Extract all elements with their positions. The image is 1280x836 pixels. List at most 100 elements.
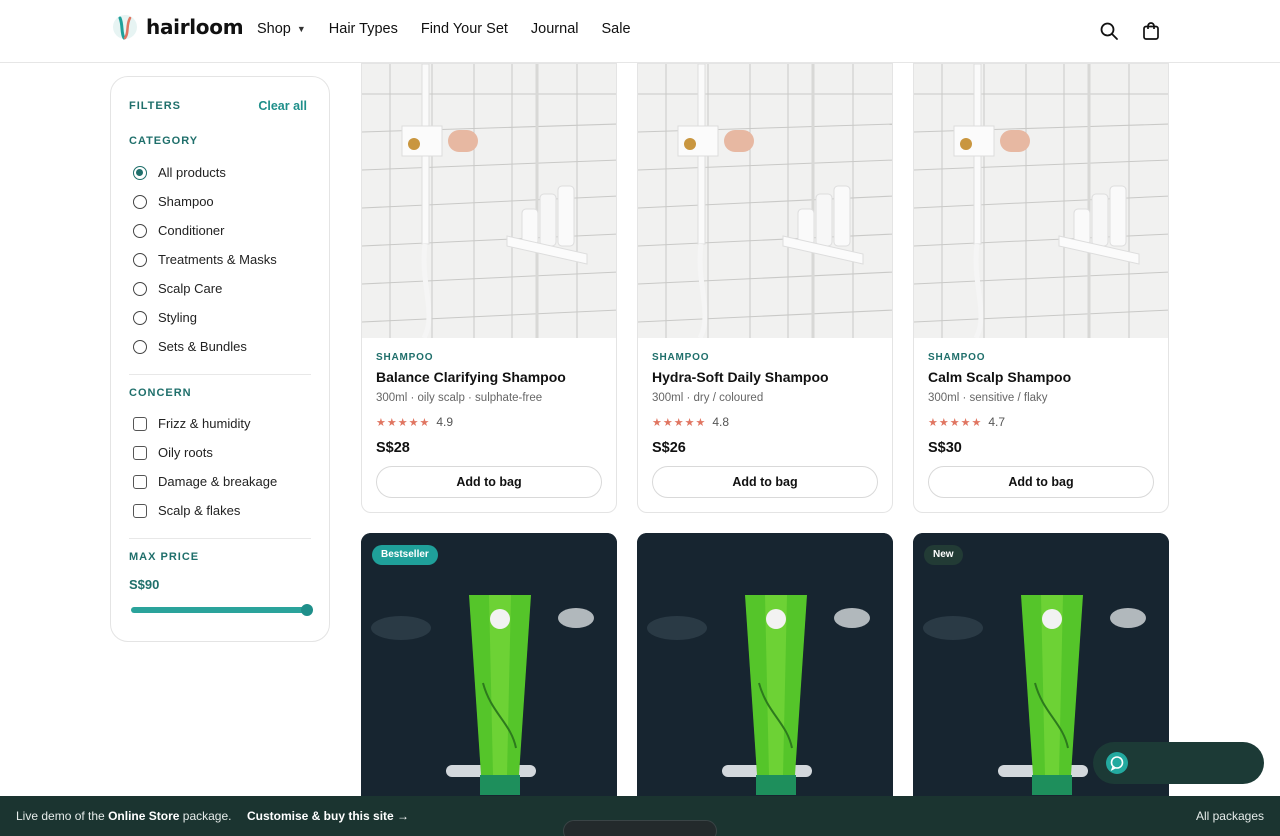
brand-logo[interactable]: hairloom: [112, 13, 244, 41]
product-name[interactable]: Calm Scalp Shampoo: [928, 369, 1071, 385]
radio[interactable]: [133, 252, 147, 267]
option-label: Oily roots: [158, 445, 213, 460]
product-price: S$26: [652, 440, 686, 456]
product-image[interactable]: [638, 64, 892, 338]
radio[interactable]: [133, 310, 147, 325]
product-category: SHAMPOO: [376, 352, 434, 363]
option-label: Frizz & humidity: [158, 416, 251, 431]
max-price-slider[interactable]: [131, 604, 313, 616]
option-label: All products: [158, 165, 226, 180]
product-category: SHAMPOO: [928, 352, 986, 363]
demo-prefix: Live demo of the: [16, 809, 105, 823]
concern-option-scalp-flakes[interactable]: Scalp & flakes: [133, 503, 240, 518]
nav-hair-types[interactable]: Hair Types: [329, 21, 398, 37]
radio[interactable]: [133, 281, 147, 296]
max-price-value: S$90: [129, 577, 160, 592]
nav-shop-label: Shop: [257, 21, 291, 37]
product-price: S$30: [928, 440, 962, 456]
product-name[interactable]: Hydra-Soft Daily Shampoo: [652, 369, 829, 385]
all-packages-link[interactable]: All packages: [1196, 809, 1264, 823]
rating-value: 4.8: [712, 415, 729, 429]
option-label: Scalp & flakes: [158, 503, 241, 518]
category-option-conditioner[interactable]: Conditioner: [133, 223, 225, 238]
option-label: Sets & Bundles: [158, 339, 247, 354]
shower-photo-illustration: [638, 64, 892, 338]
checkbox[interactable]: [133, 474, 147, 489]
concern-option-frizz[interactable]: Frizz & humidity: [133, 416, 250, 431]
rating-value: 4.7: [988, 415, 1005, 429]
nav-shop[interactable]: Shop ▼: [257, 21, 306, 37]
option-label: Shampoo: [158, 194, 214, 209]
product-image[interactable]: [637, 533, 893, 833]
product-card[interactable]: [637, 533, 893, 833]
product-image[interactable]: [914, 64, 1168, 338]
category-option-treatments-masks[interactable]: Treatments & Masks: [133, 252, 277, 267]
filters-panel: FILTERS Clear all CATEGORY All products …: [110, 76, 330, 642]
product-card[interactable]: Bestseller: [361, 533, 617, 833]
radio[interactable]: [133, 194, 147, 209]
option-label: Damage & breakage: [158, 474, 278, 489]
option-label: Scalp Care: [158, 281, 223, 296]
checkbox[interactable]: [133, 503, 147, 518]
shower-photo-illustration: [914, 64, 1168, 338]
filters-title: FILTERS: [129, 100, 182, 112]
nav-find-your-set[interactable]: Find Your Set: [421, 21, 508, 37]
category-option-shampoo[interactable]: Shampoo: [133, 194, 214, 209]
category-option-scalp-care[interactable]: Scalp Care: [133, 281, 222, 296]
radio[interactable]: [133, 223, 147, 238]
option-label: Styling: [158, 310, 198, 325]
product-card[interactable]: SHAMPOO Hydra-Soft Daily Shampoo 300ml ·…: [637, 63, 893, 513]
add-to-bag-button[interactable]: Add to bag: [376, 466, 602, 498]
rating-value: 4.9: [436, 415, 453, 429]
product-card[interactable]: SHAMPOO Balance Clarifying Shampoo 300ml…: [361, 63, 617, 513]
bestseller-badge: Bestseller: [372, 545, 438, 565]
product-meta: 300ml · dry / coloured: [652, 392, 764, 404]
max-price-heading: MAX PRICE: [129, 551, 200, 563]
toolbar-dock[interactable]: [563, 820, 717, 836]
category-option-all-products[interactable]: All products: [133, 165, 226, 180]
chat-bubble-icon[interactable]: [1106, 752, 1128, 774]
customise-buy-link[interactable]: Customise & buy this site →: [247, 809, 409, 823]
slider-track[interactable]: [131, 607, 307, 613]
radio-selected[interactable]: [133, 165, 147, 180]
product-image[interactable]: [361, 533, 617, 833]
filters-header: FILTERS Clear all: [129, 99, 307, 113]
product-card[interactable]: New: [913, 533, 1169, 833]
nav-journal[interactable]: Journal: [531, 21, 579, 37]
category-option-styling[interactable]: Styling: [133, 310, 197, 325]
category-option-sets-bundles[interactable]: Sets & Bundles: [133, 339, 247, 354]
checkbox[interactable]: [133, 416, 147, 431]
site-header: hairloom Shop ▼ Hair Types Find Your Set …: [0, 0, 1280, 63]
radio[interactable]: [133, 339, 147, 354]
product-image[interactable]: [913, 533, 1169, 833]
chat-icon: [1110, 756, 1124, 771]
option-label: Treatments & Masks: [158, 252, 277, 267]
nav-sale[interactable]: Sale: [601, 21, 630, 37]
product-name[interactable]: Balance Clarifying Shampoo: [376, 369, 566, 385]
option-label: Conditioner: [158, 223, 225, 238]
category-heading: CATEGORY: [129, 135, 199, 147]
search-icon[interactable]: [1099, 21, 1119, 41]
concern-option-oily-roots[interactable]: Oily roots: [133, 445, 213, 460]
demo-footer-bar: Live demo of the Online Store package. C…: [0, 796, 1280, 836]
shopping-bag-icon[interactable]: [1141, 21, 1161, 41]
product-rating: ★★★★★ 4.7: [928, 415, 1005, 429]
product-rating: ★★★★★ 4.9: [376, 415, 453, 429]
product-meta: 300ml · sensitive / flaky: [928, 392, 1048, 404]
product-card[interactable]: SHAMPOO Calm Scalp Shampoo 300ml · sensi…: [913, 63, 1169, 513]
star-rating-icon: ★★★★★: [652, 416, 707, 429]
slider-thumb[interactable]: [301, 604, 313, 616]
product-rating: ★★★★★ 4.8: [652, 415, 729, 429]
checkbox[interactable]: [133, 445, 147, 460]
concern-option-damage[interactable]: Damage & breakage: [133, 474, 277, 489]
add-to-bag-button[interactable]: Add to bag: [928, 466, 1154, 498]
star-rating-icon: ★★★★★: [928, 416, 983, 429]
brand-name: hairloom: [146, 15, 244, 39]
add-to-bag-button[interactable]: Add to bag: [652, 466, 878, 498]
divider: [129, 374, 311, 375]
chat-widget-button[interactable]: [1093, 742, 1264, 784]
product-meta: 300ml · oily scalp · sulphate-free: [376, 392, 543, 404]
clear-all-button[interactable]: Clear all: [258, 99, 307, 113]
product-image[interactable]: [362, 64, 616, 338]
logo-mark-icon: [113, 15, 137, 40]
